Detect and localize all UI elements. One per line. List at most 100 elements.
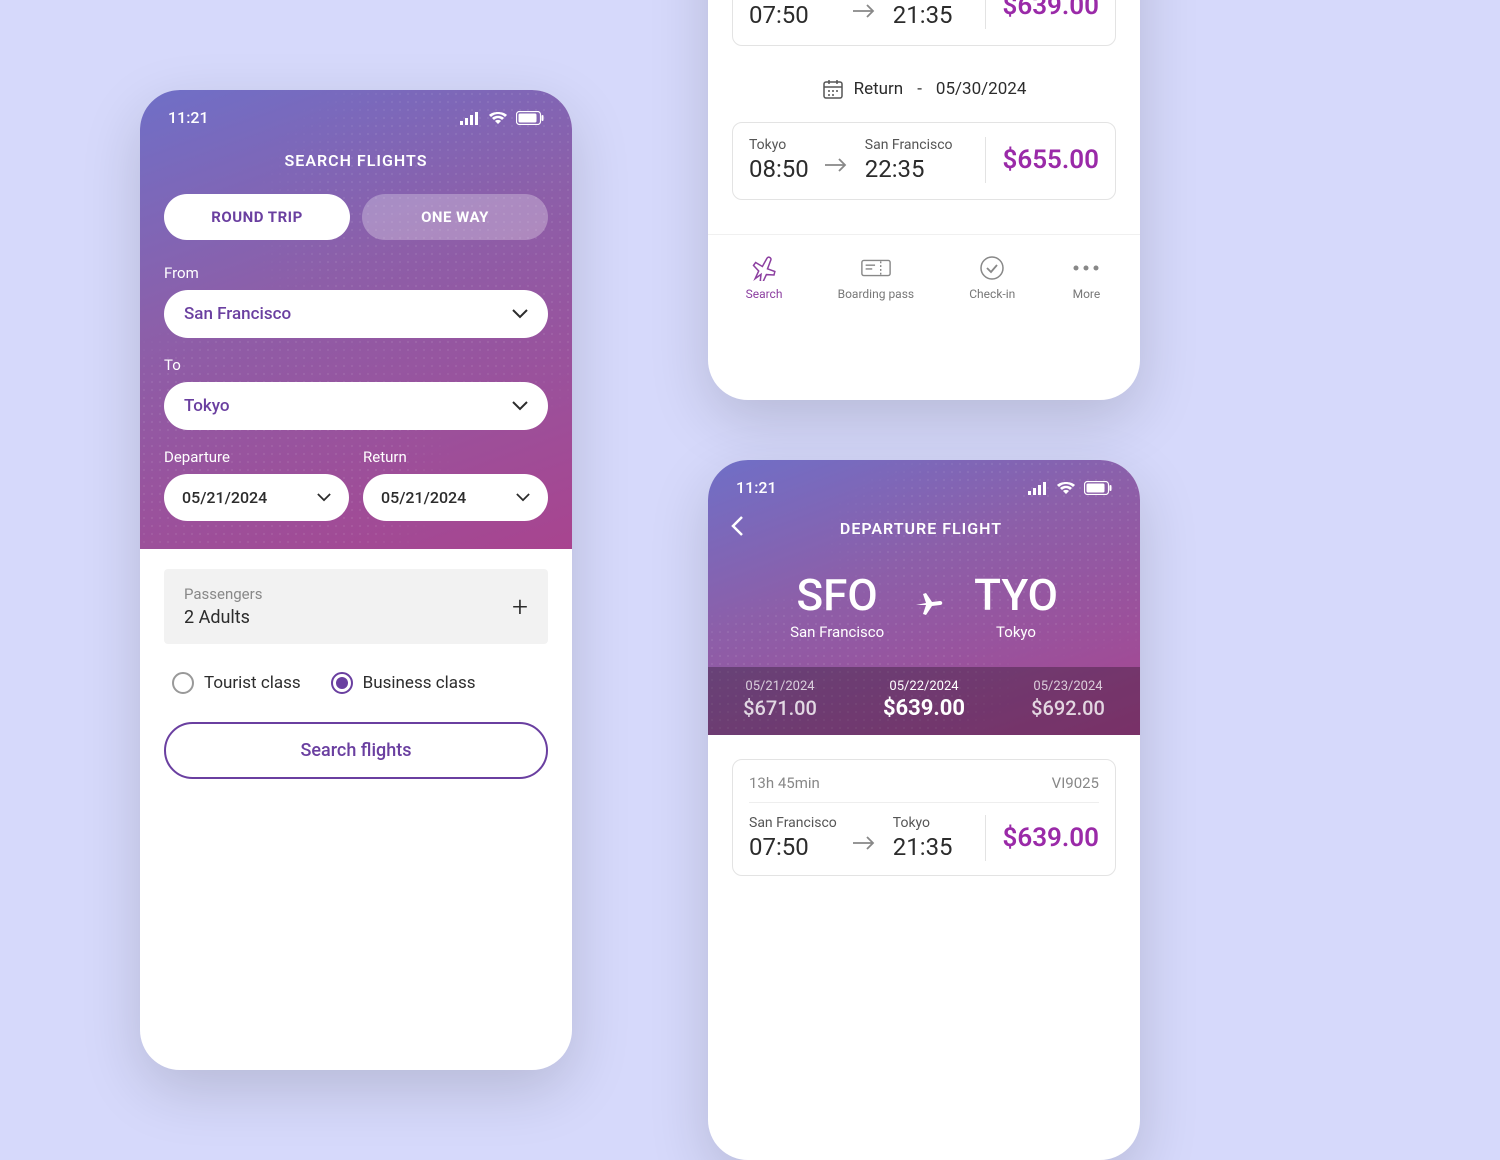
result-to-time: 21:35 <box>893 1 953 29</box>
chevron-down-icon <box>512 401 528 411</box>
chevron-down-icon <box>512 309 528 319</box>
status-icons <box>1028 481 1112 495</box>
departure-date-select[interactable]: 05/21/2024 <box>164 474 349 521</box>
nav-search-label: Search <box>746 287 783 301</box>
result-to-time: 22:35 <box>865 155 953 183</box>
cellular-icon <box>1028 481 1048 495</box>
result-price: $639.00 <box>985 0 1099 29</box>
date-option[interactable]: 05/23/2024 $692.00 <box>996 667 1140 735</box>
search-flights-screen: 11:21 SEARCH FLIGHTS ROUND TRIP ONE WAY … <box>140 90 572 1070</box>
flight-to-city: Tokyo <box>893 815 953 831</box>
status-time: 11:21 <box>168 108 209 127</box>
departure-label: Departure <box>164 448 349 466</box>
class-radio-group: Tourist class Business class <box>164 644 548 722</box>
calendar-icon <box>822 78 844 100</box>
tab-round-trip[interactable]: ROUND TRIP <box>164 194 350 240</box>
date-option-date: 05/23/2024 <box>996 679 1140 694</box>
date-option-price: $692.00 <box>996 696 1140 720</box>
radio-checked-icon <box>331 672 353 694</box>
arrow-right-icon <box>853 821 877 855</box>
passenger-text: Passengers 2 Adults <box>184 585 262 628</box>
radio-icon <box>172 672 194 694</box>
date-option-date: 05/22/2024 <box>852 679 996 694</box>
chevron-down-icon <box>317 493 331 502</box>
business-class-label: Business class <box>363 673 476 693</box>
battery-icon <box>516 111 544 125</box>
flight-result-card[interactable]: San Francisco07:50 Tokyo21:35 $639.00 <box>732 0 1116 46</box>
return-label: Return <box>854 79 904 99</box>
nav-checkin[interactable]: Check-in <box>969 255 1015 301</box>
to-select[interactable]: Tokyo <box>164 382 548 430</box>
date-price-strip: 05/21/2024 $671.00 05/22/2024 $639.00 05… <box>708 667 1140 735</box>
nav-search[interactable]: Search <box>746 255 783 301</box>
plane-icon <box>914 590 944 624</box>
flight-number: VI9025 <box>1052 774 1099 792</box>
date-option-price: $639.00 <box>852 696 996 721</box>
return-label: Return <box>363 448 548 466</box>
arrow-right-icon <box>853 0 877 23</box>
tab-one-way[interactable]: ONE WAY <box>362 194 548 240</box>
departure-flight-screen: 11:21 DEPARTURE FLIGHT SFO San Francisco… <box>708 460 1140 1160</box>
screen-title: SEARCH FLIGHTS <box>140 135 572 194</box>
return-divider: Return - 05/30/2024 <box>708 60 1140 122</box>
arrow-right-icon <box>825 143 849 177</box>
result-from-time: 08:50 <box>749 155 809 183</box>
status-time: 11:21 <box>736 478 777 497</box>
wifi-icon <box>1056 481 1076 495</box>
date-option[interactable]: 05/21/2024 $671.00 <box>708 667 852 735</box>
from-field: From San Francisco <box>140 264 572 356</box>
ticket-icon <box>860 255 892 281</box>
flight-result-card[interactable]: Tokyo08:50 San Francisco22:35 $655.00 <box>732 122 1116 200</box>
flight-from-time: 07:50 <box>749 833 837 861</box>
results-screen: San Francisco07:50 Tokyo21:35 $639.00 Re… <box>708 0 1140 400</box>
from-value: San Francisco <box>184 304 291 324</box>
departure-title: DEPARTURE FLIGHT <box>724 519 1118 538</box>
return-date-select[interactable]: 05/21/2024 <box>363 474 548 521</box>
passengers-stepper[interactable]: Passengers 2 Adults + <box>164 569 548 644</box>
flight-duration: 13h 45min <box>749 774 820 792</box>
tourist-class-label: Tourist class <box>204 673 301 693</box>
departure-date-field: Departure 05/21/2024 <box>164 448 349 521</box>
result-from-city: Tokyo <box>749 137 809 153</box>
status-bar: 11:21 <box>140 90 572 135</box>
departure-date-value: 05/21/2024 <box>182 488 267 507</box>
nav-more-label: More <box>1073 287 1101 301</box>
nav-more[interactable]: More <box>1070 255 1102 301</box>
to-field: To Tokyo <box>140 356 572 448</box>
date-option-price: $671.00 <box>708 696 852 720</box>
plane-icon <box>748 255 780 281</box>
trip-type-tabs: ROUND TRIP ONE WAY <box>140 194 572 264</box>
cellular-icon <box>460 111 480 125</box>
flight-price: $639.00 <box>985 815 1099 861</box>
check-circle-icon <box>976 255 1008 281</box>
flight-from-city: San Francisco <box>749 815 837 831</box>
date-option-selected[interactable]: 05/22/2024 $639.00 <box>852 667 996 735</box>
more-dots-icon <box>1070 255 1102 281</box>
result-price: $655.00 <box>985 137 1099 183</box>
from-select[interactable]: San Francisco <box>164 290 548 338</box>
date-row: Departure 05/21/2024 Return 05/21/2024 <box>140 448 572 549</box>
from-city: San Francisco <box>790 623 884 641</box>
from-airport-code: SFO <box>790 573 884 617</box>
to-value: Tokyo <box>184 396 230 416</box>
flight-card[interactable]: 13h 45min VI9025 San Francisco 07:50 Toky… <box>732 759 1116 876</box>
nav-checkin-label: Check-in <box>969 287 1015 301</box>
status-icons <box>460 111 544 125</box>
return-date: 05/30/2024 <box>936 79 1026 99</box>
bottom-nav: Search Boarding pass Check-in More <box>708 234 1140 331</box>
plus-icon[interactable]: + <box>512 590 528 623</box>
to-city: Tokyo <box>974 623 1058 641</box>
return-date-value: 05/21/2024 <box>381 488 466 507</box>
search-flights-button[interactable]: Search flights <box>164 722 548 779</box>
passengers-label: Passengers <box>184 585 262 603</box>
radio-business-class[interactable]: Business class <box>331 672 476 694</box>
result-from-time: 07:50 <box>749 1 837 29</box>
nav-boarding-pass[interactable]: Boarding pass <box>838 255 914 301</box>
search-bottom-section: Passengers 2 Adults + Tourist class Busi… <box>140 549 572 799</box>
from-label: From <box>164 264 548 282</box>
search-header: 11:21 SEARCH FLIGHTS ROUND TRIP ONE WAY … <box>140 90 572 549</box>
radio-tourist-class[interactable]: Tourist class <box>172 672 301 694</box>
return-date-field: Return 05/21/2024 <box>363 448 548 521</box>
to-airport-code: TYO <box>974 573 1058 617</box>
to-label: To <box>164 356 548 374</box>
